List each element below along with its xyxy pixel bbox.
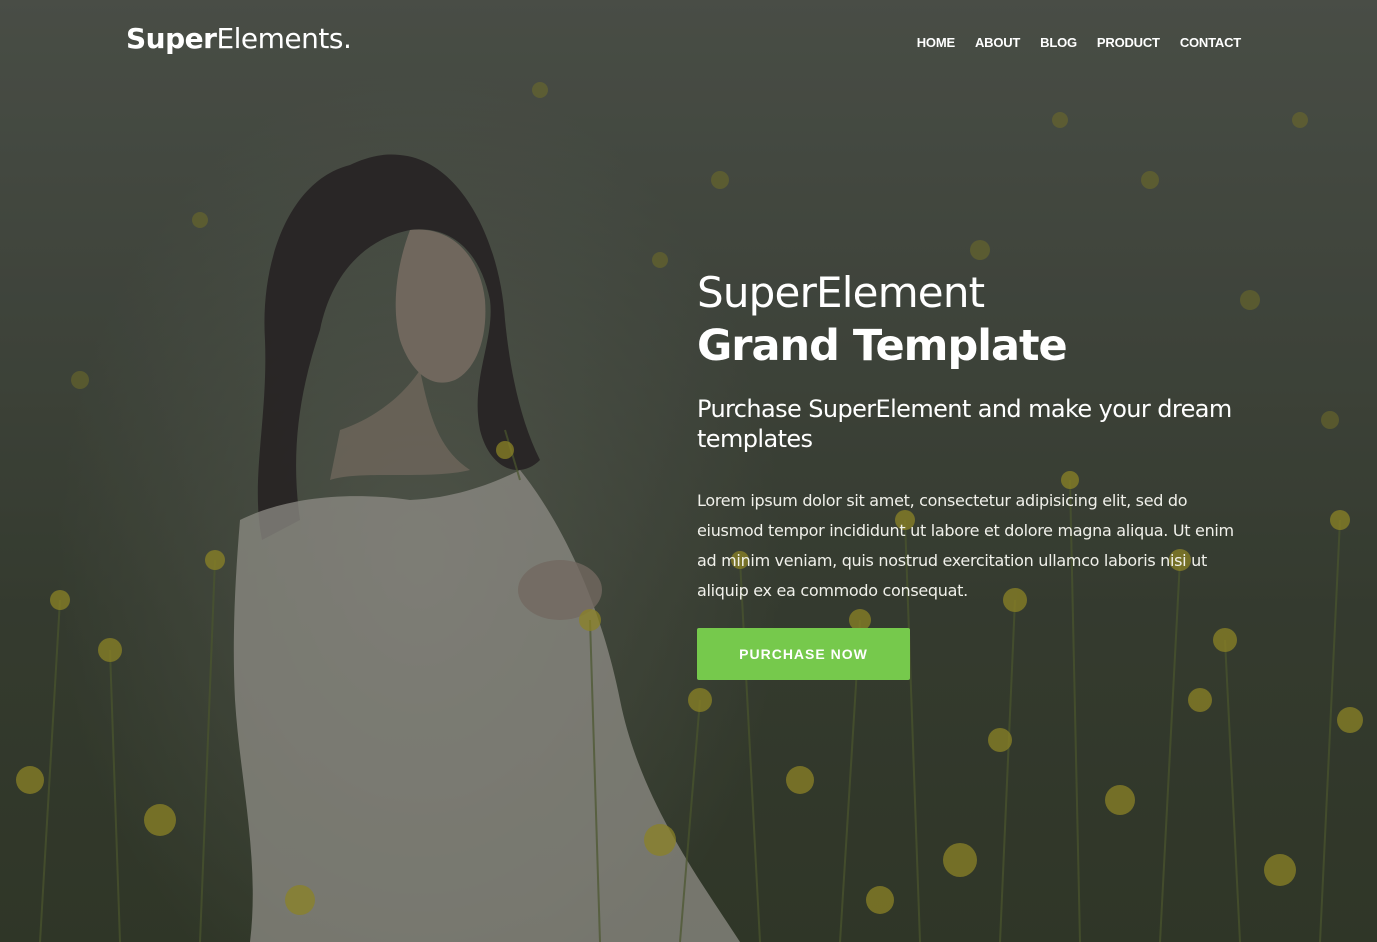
hero-subtitle: Purchase SuperElement and make your drea… [697,395,1232,453]
purchase-now-button[interactable]: PURCHASE NOW [697,628,910,680]
nav-item-product: PRODUCT [1097,32,1160,51]
nav-item-about: ABOUT [975,32,1020,51]
nav-link-contact[interactable]: CONTACT [1180,35,1241,50]
hero-description: Lorem ipsum dolor sit amet, consectetur … [697,491,1234,600]
nav-link-product[interactable]: PRODUCT [1097,35,1160,50]
nav-link-home[interactable]: HOME [917,35,955,50]
hero-title-bold: Grand Template [697,321,1068,371]
logo-light-text: Elements. [216,22,352,55]
logo-bold-text: Super [126,22,217,55]
nav-menu: HOME ABOUT BLOG PRODUCT CONTACT [917,32,1241,51]
nav-item-blog: BLOG [1040,32,1077,51]
nav-link-blog[interactable]: BLOG [1040,35,1077,50]
hero-content: SuperElement Grand Template Purchase Sup… [697,268,1257,606]
top-navigation: SuperElements. HOME ABOUT BLOG PRODUCT C… [0,0,1377,80]
hero-title-light: SuperElement [697,268,985,317]
nav-item-contact: CONTACT [1180,32,1241,51]
site-logo[interactable]: SuperElements. [126,22,352,55]
nav-item-home: HOME [917,32,955,51]
hero-title: SuperElement Grand Template [697,268,1257,374]
nav-link-about[interactable]: ABOUT [975,35,1020,50]
